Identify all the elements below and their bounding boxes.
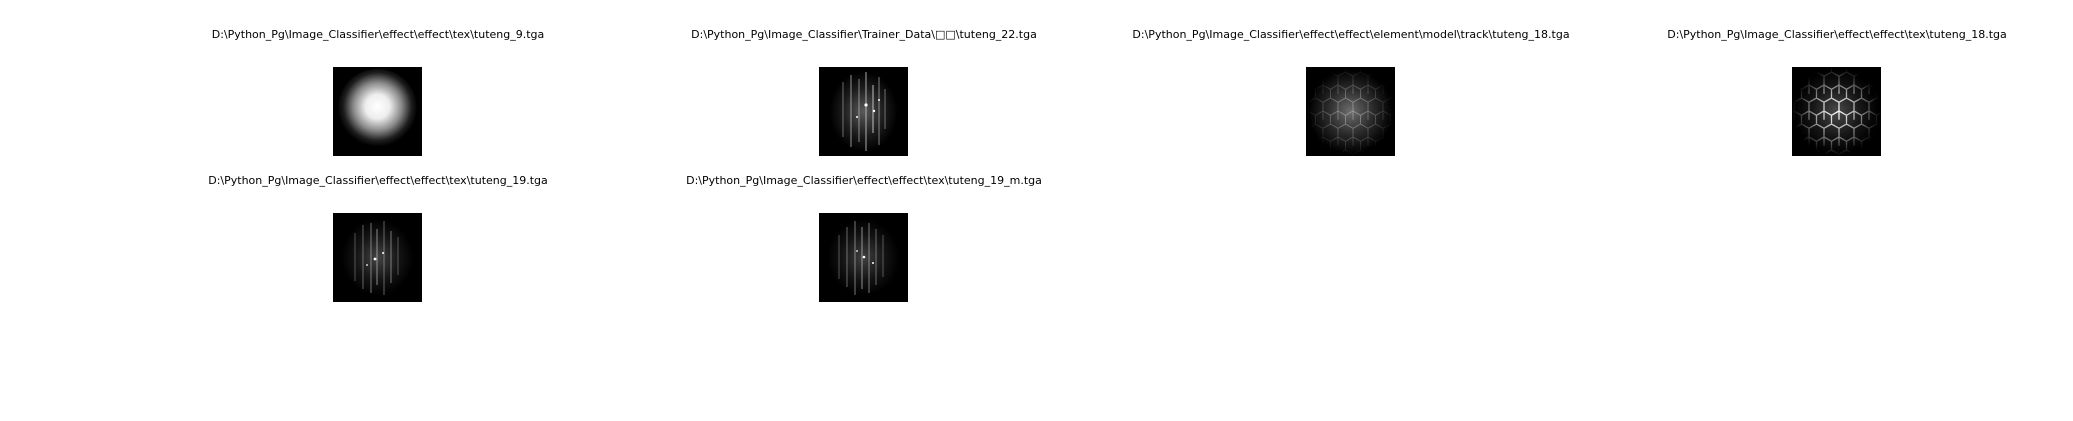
image-panel: D:\Python_Pg\Image_Classifier\effect\eff…: [1081, 28, 1621, 168]
sparkle-texture-graphic: [333, 213, 422, 302]
hexagon-bright-texture-graphic: [1792, 67, 1881, 156]
image-path-title: D:\Python_Pg\Image_Classifier\effect\eff…: [211, 28, 545, 41]
sparkle-texture-graphic: [819, 213, 908, 302]
image-panel: D:\Python_Pg\Image_Classifier\effect\eff…: [1567, 28, 2073, 168]
image-panel: D:\Python_Pg\Image_Classifier\effect\eff…: [108, 174, 648, 314]
image-path-title: D:\Python_Pg\Image_Classifier\effect\eff…: [1667, 28, 2007, 41]
hexagon-faint-texture-graphic: [1306, 67, 1395, 156]
image-panel: D:\Python_Pg\Image_Classifier\effect\eff…: [594, 174, 1134, 314]
glow-texture-graphic: [333, 67, 422, 156]
image-panel: D:\Python_Pg\Image_Classifier\effect\eff…: [108, 28, 648, 168]
texture-thumbnail-hexagon-faint: [1306, 67, 1395, 156]
image-path-title: D:\Python_Pg\Image_Classifier\effect\eff…: [208, 174, 548, 187]
image-path-title: D:\Python_Pg\Image_Classifier\effect\eff…: [1132, 28, 1570, 41]
image-panel: D:\Python_Pg\Image_Classifier\Trainer_Da…: [594, 28, 1134, 168]
texture-thumbnail-sparkle: [819, 67, 908, 156]
texture-thumbnail-sparkle: [333, 213, 422, 302]
image-path-title: D:\Python_Pg\Image_Classifier\Trainer_Da…: [691, 28, 1037, 41]
texture-thumbnail-hexagon-bright: [1792, 67, 1881, 156]
image-grid-figure: D:\Python_Pg\Image_Classifier\effect\eff…: [0, 0, 2073, 421]
texture-thumbnail-glow: [333, 67, 422, 156]
sparkle-texture-graphic: [819, 67, 908, 156]
texture-thumbnail-sparkle: [819, 213, 908, 302]
image-path-title: D:\Python_Pg\Image_Classifier\effect\eff…: [686, 174, 1042, 187]
